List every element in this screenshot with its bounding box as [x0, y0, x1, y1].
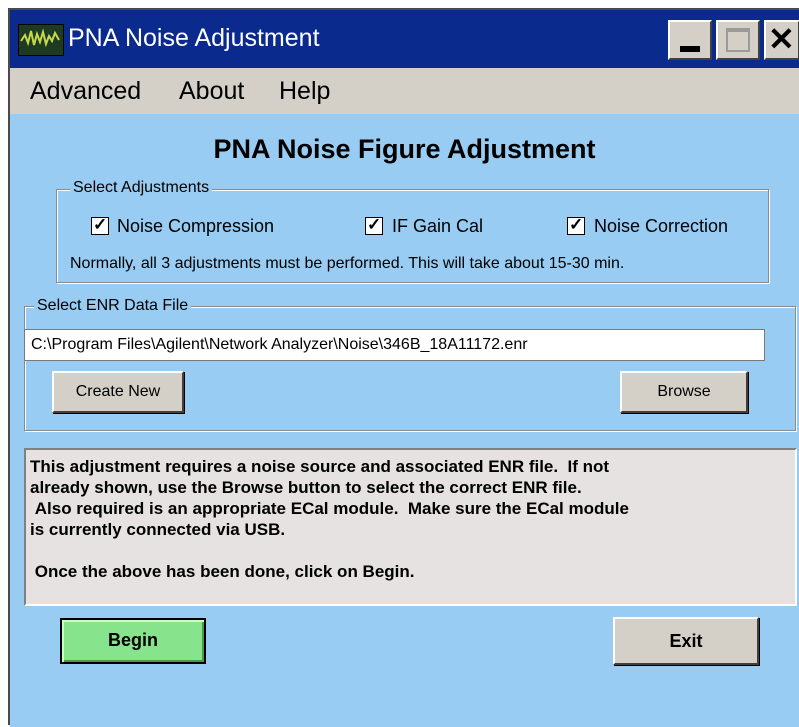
app-window: PNA Noise Adjustment ✕ Advanced About He… — [8, 8, 799, 727]
if-gain-cal-label[interactable]: IF Gain Cal — [392, 216, 483, 236]
noise-compression-checkbox[interactable]: ✓ — [91, 215, 109, 235]
if-gain-cal-checkbox[interactable]: ✓ — [365, 215, 383, 235]
minimize-button[interactable] — [668, 20, 712, 60]
noise-correction-label[interactable]: Noise Correction — [594, 216, 728, 236]
create-new-button[interactable]: Create New — [52, 371, 184, 413]
instructions-text: This adjustment requires a noise source … — [24, 448, 797, 606]
adjustments-note: Normally, all 3 adjustments must be perf… — [70, 255, 625, 272]
app-logo-icon — [18, 24, 64, 56]
menu-about[interactable]: About — [179, 77, 244, 105]
menu-advanced[interactable]: Advanced — [30, 77, 141, 105]
exit-button[interactable]: Exit — [613, 617, 759, 665]
window-title: PNA Noise Adjustment — [68, 24, 320, 52]
maximize-button[interactable] — [716, 20, 760, 60]
minimize-icon — [680, 46, 700, 52]
noise-compression-label[interactable]: Noise Compression — [117, 216, 274, 236]
checkmark-icon: ✓ — [569, 215, 584, 234]
title-bar[interactable]: PNA Noise Adjustment ✕ — [10, 10, 799, 68]
enr-file-legend: Select ENR Data File — [34, 297, 192, 315]
noise-correction-checkbox[interactable]: ✓ — [567, 215, 585, 235]
maximize-icon — [726, 28, 750, 52]
browse-button[interactable]: Browse — [620, 371, 748, 413]
page-title: PNA Noise Figure Adjustment — [213, 134, 596, 164]
close-icon: ✕ — [768, 21, 795, 57]
checkmark-icon: ✓ — [93, 215, 108, 234]
checkmark-icon: ✓ — [367, 215, 382, 234]
menu-bar: Advanced About Help — [10, 68, 799, 114]
select-adjustments-legend: Select Adjustments — [70, 179, 213, 197]
menu-help[interactable]: Help — [279, 77, 330, 105]
begin-button[interactable]: Begin — [60, 618, 206, 664]
enr-path-field[interactable] — [24, 329, 765, 361]
close-button[interactable]: ✕ — [764, 20, 799, 60]
